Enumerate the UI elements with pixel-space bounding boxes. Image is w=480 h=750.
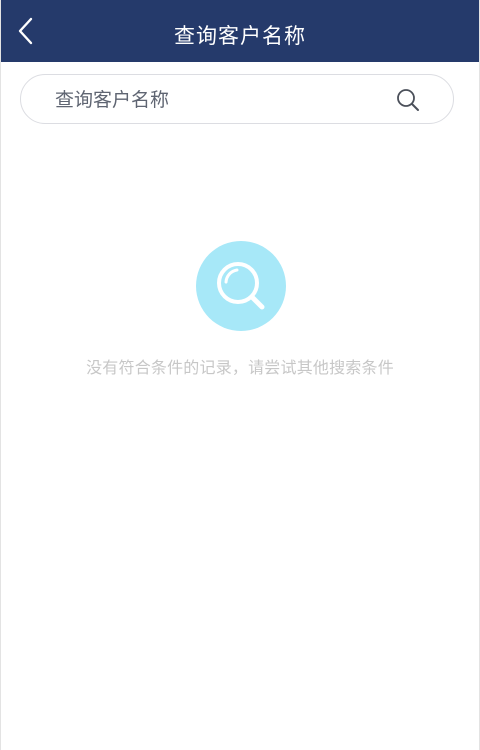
top-navigation-bar: 查询客户名称: [1, 0, 479, 62]
search-button[interactable]: [395, 87, 421, 113]
page-title: 查询客户名称: [174, 24, 306, 48]
empty-state-illustration: [196, 241, 286, 331]
empty-state-message: 没有符合条件的记录，请尝试其他搜索条件: [86, 358, 394, 377]
magnifier-icon: [217, 262, 265, 310]
customer-name-search-screen: 查询客户名称 没有符合条件的记录，请尝试其他搜索条件: [0, 0, 480, 750]
search-box[interactable]: [20, 74, 454, 124]
search-input[interactable]: [55, 83, 385, 117]
search-icon: [397, 89, 419, 111]
